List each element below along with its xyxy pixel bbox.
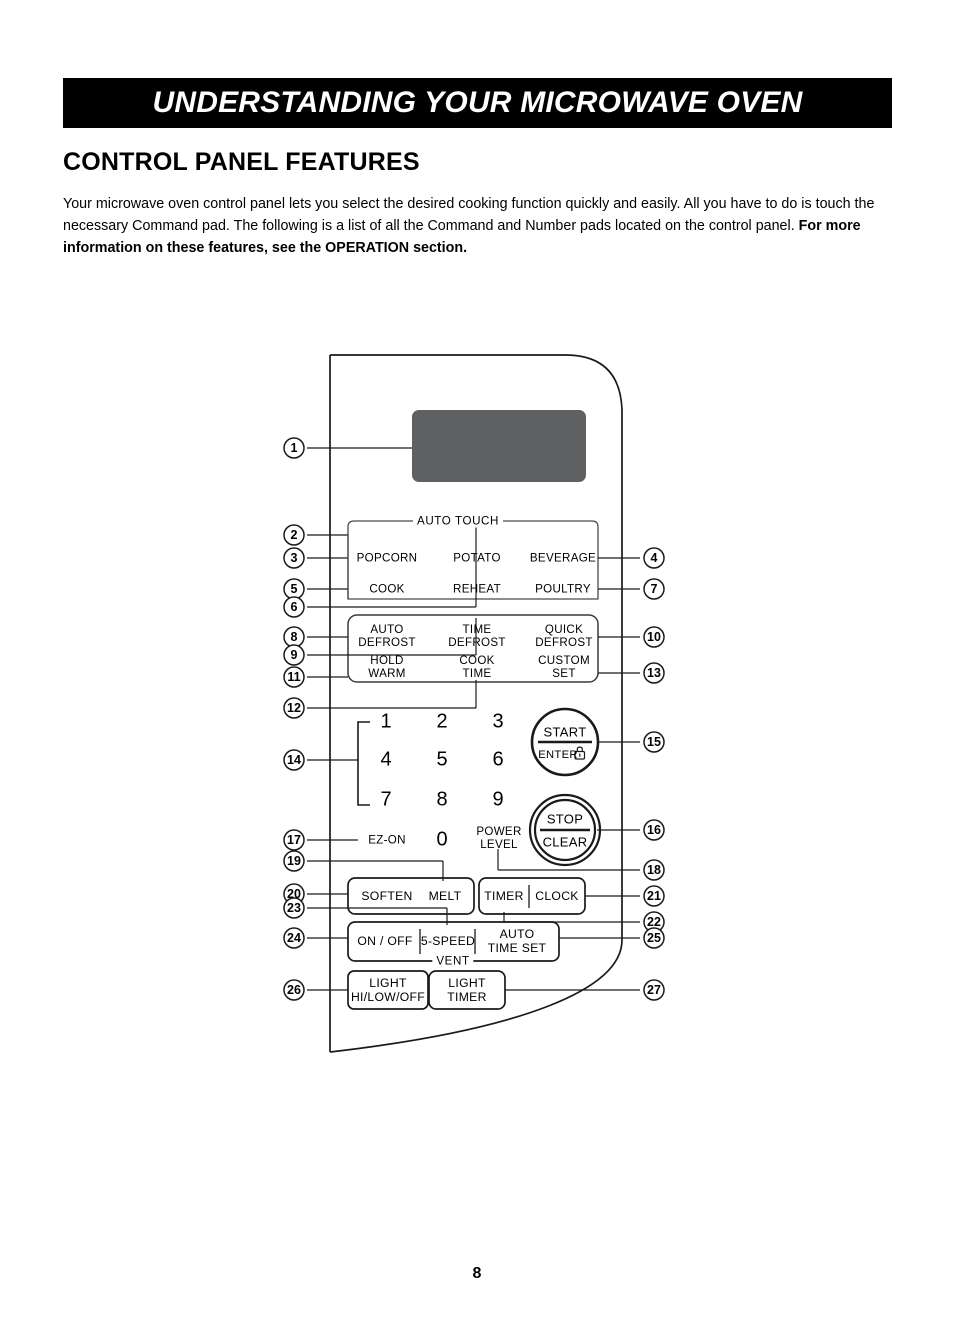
number-pad-bracket: [357, 721, 370, 806]
pad-vent-5-speed[interactable]: 5-SPEED: [421, 934, 475, 948]
callout-label-12: 12: [287, 701, 301, 715]
enter-button-label[interactable]: ENTER: [538, 749, 577, 761]
number-pad-8[interactable]: 8: [436, 789, 447, 812]
callout-label-8: 8: [290, 630, 298, 644]
stop-button-label[interactable]: STOP: [547, 812, 583, 827]
pad-light-timer-line2: TIMER: [447, 990, 487, 1004]
pad-light-hi-low-off-line2: HI/LOW/OFF: [350, 990, 426, 1004]
callout-label-10: 10: [647, 630, 661, 644]
pad-cook-time-line2: TIME: [462, 667, 492, 680]
callout-label-6: 6: [290, 600, 298, 614]
pad-poultry[interactable]: POULTRY: [535, 583, 591, 596]
pad-custom-set[interactable]: CUSTOM SET: [538, 654, 590, 680]
callout-label-17: 17: [287, 833, 301, 847]
callout-label-14: 14: [287, 753, 301, 767]
pad-light-hi-low-off-line1: LIGHT: [369, 976, 407, 990]
pad-melt[interactable]: MELT: [429, 889, 462, 903]
number-pad-5[interactable]: 5: [436, 749, 447, 772]
intro-text-plain: Your microwave oven control panel lets y…: [63, 196, 875, 234]
pad-time-defrost-line2: DEFROST: [448, 636, 506, 649]
callout-label-19: 19: [287, 854, 301, 868]
pad-popcorn[interactable]: POPCORN: [357, 552, 418, 565]
pad-auto-defrost[interactable]: AUTO DEFROST: [358, 623, 416, 649]
callout-label-22: 22: [647, 915, 661, 929]
pad-hold-warm-line2: WARM: [368, 667, 406, 680]
callout-label-23: 23: [287, 901, 301, 915]
callout-label-24: 24: [287, 931, 301, 945]
pad-power-level-line1: POWER: [476, 825, 522, 838]
pad-beverage[interactable]: BEVERAGE: [530, 552, 596, 565]
pad-hold-warm[interactable]: HOLD WARM: [368, 654, 405, 680]
number-pad-3[interactable]: 3: [492, 711, 503, 734]
start-button-label[interactable]: START: [544, 725, 587, 740]
callout-label-2: 2: [290, 528, 298, 542]
number-pad-0[interactable]: 0: [436, 829, 447, 852]
callout-label-5: 5: [290, 582, 298, 596]
callout-label-13: 13: [647, 666, 661, 680]
callout-label-3: 3: [290, 551, 298, 565]
control-panel-diagram: AUTO TOUCH VENT POPCORN POTATO BEVERAGE …: [0, 330, 954, 1090]
callout-label-26: 26: [287, 983, 301, 997]
banner-title: UNDERSTANDING YOUR MICROWAVE OVEN: [152, 86, 803, 119]
number-pad-2[interactable]: 2: [436, 711, 447, 734]
pad-light-timer[interactable]: LIGHT TIMER: [447, 976, 486, 1004]
pad-time-defrost-line1: TIME: [462, 623, 492, 636]
pad-custom-set-line1: CUSTOM: [538, 654, 590, 667]
page-number: 8: [472, 1265, 482, 1282]
callout-label-1: 1: [290, 441, 298, 455]
callout-label-9: 9: [290, 648, 298, 662]
pad-timer[interactable]: TIMER: [484, 889, 523, 903]
callout-label-25: 25: [647, 931, 661, 945]
number-pad-4[interactable]: 4: [380, 749, 391, 772]
pad-cook-time[interactable]: COOK TIME: [459, 654, 494, 680]
vent-group-label: VENT: [432, 954, 474, 968]
callout-label-18: 18: [647, 863, 661, 877]
number-pad-9[interactable]: 9: [492, 789, 503, 812]
intro-paragraph: Your microwave oven control panel lets y…: [63, 193, 875, 259]
pad-quick-defrost[interactable]: QUICK DEFROST: [535, 623, 593, 649]
callout-label-20: 20: [287, 887, 301, 901]
pad-vent-auto-time-set-line1: AUTO: [499, 927, 535, 941]
pad-power-level-line2: LEVEL: [480, 838, 518, 851]
auto-touch-group-label: AUTO TOUCH: [412, 514, 504, 528]
page-title: CONTROL PANEL FEATURES: [63, 148, 420, 176]
pad-power-level[interactable]: POWER LEVEL: [476, 825, 521, 851]
callout-label-11: 11: [287, 670, 301, 684]
callout-label-7: 7: [650, 582, 658, 596]
callout-label-21: 21: [647, 889, 661, 903]
pad-time-defrost[interactable]: TIME DEFROST: [448, 623, 506, 649]
pad-auto-defrost-line2: DEFROST: [358, 636, 416, 649]
pad-cook-time-line1: COOK: [459, 654, 495, 667]
pad-ez-on[interactable]: EZ-ON: [368, 834, 406, 847]
pad-cook[interactable]: COOK: [369, 583, 404, 596]
number-pad-7[interactable]: 7: [380, 789, 391, 812]
pad-reheat[interactable]: REHEAT: [453, 583, 501, 596]
number-pad-1[interactable]: 1: [380, 711, 391, 734]
pad-light-timer-line1: LIGHT: [448, 976, 486, 990]
callout-label-4: 4: [650, 551, 658, 565]
pad-light-hi-low-off[interactable]: LIGHT HI/LOW/OFF: [351, 976, 425, 1004]
callout-label-16: 16: [647, 823, 661, 837]
pad-potato[interactable]: POTATO: [453, 552, 501, 565]
callout-label-27: 27: [647, 983, 661, 997]
page-banner: UNDERSTANDING YOUR MICROWAVE OVEN: [63, 78, 892, 128]
pad-quick-defrost-line2: DEFROST: [535, 636, 593, 649]
clear-button-label[interactable]: CLEAR: [543, 835, 588, 850]
pad-vent-on-off[interactable]: ON / OFF: [357, 934, 412, 948]
pad-vent-auto-time-set[interactable]: AUTO TIME SET: [488, 927, 547, 955]
number-pad-6[interactable]: 6: [492, 749, 503, 772]
pad-quick-defrost-line1: QUICK: [544, 623, 584, 636]
pad-clock[interactable]: CLOCK: [535, 889, 579, 903]
pad-hold-warm-line1: HOLD: [370, 654, 404, 667]
pad-soften[interactable]: SOFTEN: [361, 889, 412, 903]
display-screen: [412, 410, 586, 482]
callout-label-15: 15: [647, 735, 661, 749]
pad-auto-defrost-line1: AUTO: [370, 623, 404, 636]
pad-vent-auto-time-set-line2: TIME SET: [487, 941, 547, 955]
pad-custom-set-line2: SET: [552, 667, 576, 680]
